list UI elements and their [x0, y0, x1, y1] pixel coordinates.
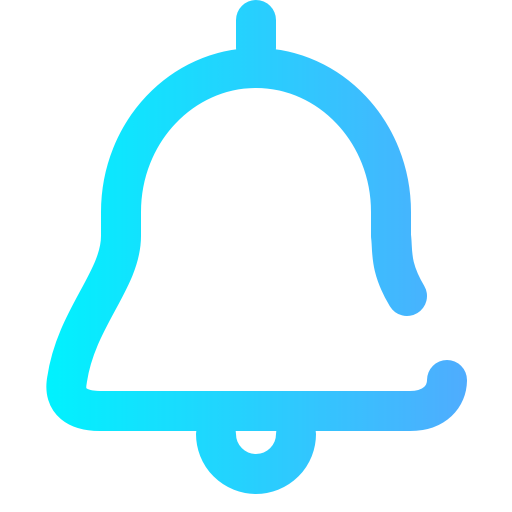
bell-clapper	[196, 414, 316, 494]
bell-body-outline	[46, 48, 467, 431]
icon-canvas	[0, 0, 512, 512]
bell-icon	[46, 0, 467, 494]
